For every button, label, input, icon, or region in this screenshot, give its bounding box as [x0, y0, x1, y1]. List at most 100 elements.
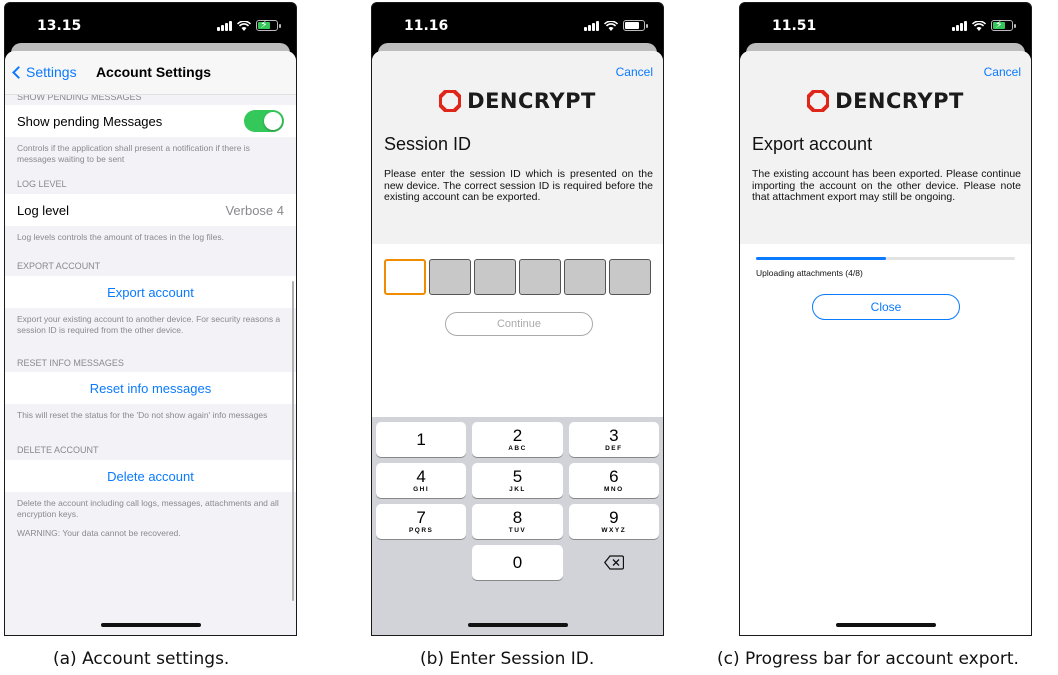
key-number: 3 [609, 426, 619, 445]
warning-text: WARNING: Your data cannot be recovered. [17, 528, 181, 538]
key-letters: WXYZ [601, 527, 627, 534]
log-level-value: Verbose 4 [225, 202, 284, 218]
delete-account-button[interactable]: Delete account [5, 460, 296, 492]
scrollbar[interactable] [292, 281, 294, 601]
row-label: Log level [17, 202, 70, 218]
upload-progress-bar [756, 257, 1015, 260]
phone-export-progress: 11.51 ⚡ Cancel DENCRYPT Export account T… [739, 2, 1032, 636]
session-id-sheet: Cancel DENCRYPT Session ID Please enter … [372, 51, 663, 635]
battery-charging-icon: ⚡ [991, 19, 1016, 31]
progress-label: Uploading attachments (4/8) [756, 268, 863, 278]
key-number: 2 [512, 426, 523, 445]
key-6[interactable]: 6 MNO [568, 463, 659, 498]
status-time: 11.16 [404, 18, 449, 34]
code-digit-box[interactable] [384, 259, 426, 295]
key-number: 9 [609, 508, 619, 527]
dencrypt-logo-icon [439, 90, 462, 112]
wifi-icon [604, 21, 618, 31]
wifi-icon [972, 21, 986, 31]
key-5[interactable]: 5 JKL [472, 463, 563, 498]
key-7[interactable]: 7 PQRS [376, 504, 467, 539]
key-letters: DEF [605, 445, 623, 452]
key-2[interactable]: 2 ABC [472, 422, 563, 457]
key-letters: TUV [508, 527, 527, 534]
nav-bar: Settings Account Settings [5, 51, 296, 95]
section-header-pending: SHOW PENDING MESSAGES [17, 95, 142, 102]
export-sheet: Cancel DENCRYPT Export account The exist… [740, 51, 1031, 635]
status-bar: 11.51 ⚡ [740, 3, 1031, 47]
export-description: The existing account has been exported. … [752, 168, 1021, 203]
row-log-level[interactable]: Log level Verbose 4 [5, 194, 296, 226]
key-letters: GHI [413, 486, 430, 493]
key-8[interactable]: 8 TUV [472, 504, 563, 539]
signal-icon [952, 21, 967, 31]
key-blank [376, 545, 466, 580]
continue-button[interactable]: Continue [445, 312, 593, 336]
code-digit-box[interactable] [519, 259, 561, 295]
status-bar: 13.15 ⚡ [5, 3, 296, 47]
settings-sheet: Settings Account Settings SHOW PENDING M… [5, 51, 296, 635]
cancel-button[interactable]: Cancel [616, 65, 653, 79]
code-digit-box[interactable] [564, 259, 606, 295]
key-letters: ABC [508, 445, 527, 452]
battery-icon [623, 20, 648, 31]
home-indicator[interactable] [100, 623, 201, 627]
cancel-button[interactable]: Cancel [984, 65, 1021, 79]
caption-c: (c) Progress bar for account export. [717, 649, 1019, 669]
key-9[interactable]: 9 WXYZ [568, 504, 659, 539]
row-label: Show pending Messages [17, 113, 163, 129]
key-0[interactable]: 0 [472, 545, 563, 580]
session-id-heading: Session ID [384, 134, 472, 154]
logo-text: DENCRYPT [835, 89, 964, 113]
section-footer-loglevel: Log levels controls the amount of traces… [17, 232, 224, 242]
row-show-pending: Show pending Messages [5, 105, 296, 137]
status-time: 11.51 [772, 18, 817, 34]
toggle-knob [264, 112, 282, 130]
key-number: 1 [416, 430, 426, 449]
progress-fill [756, 257, 886, 260]
key-4[interactable]: 4 GHI [376, 463, 467, 498]
section-footer-reset: This will reset the status for the 'Do n… [17, 410, 268, 420]
key-number: 4 [416, 467, 426, 486]
wifi-icon [237, 21, 251, 31]
key-letters: PQRS [408, 527, 434, 534]
key-number: 7 [416, 508, 426, 527]
code-digit-box[interactable] [474, 259, 516, 295]
dencrypt-logo: DENCRYPT [740, 89, 1031, 113]
code-digit-box[interactable] [609, 259, 651, 295]
key-letters: JKL [509, 486, 526, 493]
modal-header: Cancel DENCRYPT Export account The exist… [740, 51, 1031, 244]
key-delete[interactable] [569, 545, 659, 580]
modal-header: Cancel DENCRYPT Session ID Please enter … [372, 51, 663, 244]
phone-account-settings: 13.15 ⚡ Settings Account Settings SHOW P… [4, 2, 297, 636]
caption-b: (b) Enter Session ID. [420, 649, 595, 669]
section-footer-export: Export your existing account to another … [17, 314, 281, 335]
numeric-keypad: 1 2 ABC 3 DEF 4 GHI 5 JKL 6 MNO 7 PQRS 8 TUV 9W… [372, 417, 663, 635]
signal-icon [217, 21, 232, 31]
session-id-code-input[interactable] [384, 259, 651, 295]
key-letters: MNO [603, 486, 624, 493]
session-id-description: Please enter the session ID which is pre… [384, 168, 653, 203]
page-title: Account Settings [95, 64, 212, 80]
section-footer-pending: Controls if the application shall presen… [17, 143, 250, 164]
dencrypt-logo-icon [807, 90, 830, 112]
battery-charging-icon: ⚡ [256, 19, 281, 31]
key-1[interactable]: 1 [376, 422, 467, 457]
key-number: 8 [512, 508, 523, 527]
signal-icon [584, 21, 599, 31]
close-button[interactable]: Close [812, 294, 960, 320]
home-indicator[interactable] [835, 623, 936, 627]
key-number: 0 [512, 553, 523, 572]
pending-toggle[interactable] [244, 110, 284, 132]
key-3[interactable]: 3 DEF [568, 422, 659, 457]
key-number: 5 [512, 467, 523, 486]
phone-session-id: 11.16 Cancel DENCRYPT Session ID Please … [371, 2, 664, 636]
home-indicator[interactable] [467, 623, 568, 627]
reset-info-messages-button[interactable]: Reset info messages [5, 372, 296, 404]
section-footer-delete: Delete the account including call logs, … [17, 498, 279, 519]
section-header-delete: DELETE ACCOUNT [17, 445, 99, 455]
status-time: 13.15 [37, 18, 82, 34]
section-header-export: EXPORT ACCOUNT [17, 261, 101, 271]
export-account-button[interactable]: Export account [5, 276, 296, 308]
code-digit-box[interactable] [429, 259, 471, 295]
